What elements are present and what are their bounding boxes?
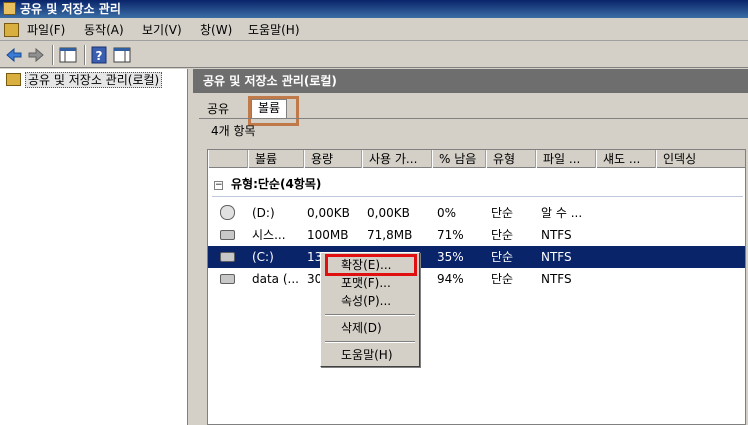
column-header-indexing[interactable]: 인덱싱 — [656, 150, 745, 168]
tab-divider — [199, 118, 748, 119]
hard-disk-icon — [220, 274, 235, 284]
hard-disk-icon — [220, 230, 235, 240]
tree-item-root[interactable]: 공유 및 저장소 관리(로컬) — [6, 72, 163, 88]
cell-type: 단순 — [491, 206, 514, 220]
item-count: 4개 항목 — [211, 124, 256, 138]
group-divider — [212, 196, 743, 197]
menu-bar: 파일(F) 동작(A) 보기(V) 창(W) 도움말(H) — [0, 19, 748, 41]
panel-header: 공유 및 저장소 관리(로컬) — [193, 69, 748, 93]
cell-pct-free: 94% — [437, 272, 464, 286]
group-collapse-icon[interactable]: − — [214, 181, 223, 190]
cell-volume: (D:) — [252, 206, 275, 220]
menu-item-delete[interactable]: 삭제(D) — [323, 319, 417, 337]
column-header-volume[interactable]: 볼륨 — [248, 150, 304, 168]
volume-list[interactable]: 볼륨 용량 사용 가... % 남음 유형 파일 ... 섀도 ... 인덱싱 … — [207, 149, 746, 425]
column-header-pct-free[interactable]: % 남음 — [432, 150, 486, 168]
table-row-selected[interactable]: (C:) 130GB 46,1GB 35% 단순 NTFS — [208, 246, 745, 268]
system-menu-icon[interactable] — [4, 23, 19, 37]
cell-capacity: 0,00KB — [307, 206, 350, 220]
menu-view[interactable]: 보기(V) — [142, 22, 182, 38]
cell-available: 0,00KB — [367, 206, 410, 220]
share-storage-icon — [6, 73, 21, 86]
svg-text:?: ? — [96, 49, 103, 63]
cell-volume: (C:) — [252, 250, 274, 264]
title-bar: 공유 및 저장소 관리 — [0, 0, 748, 18]
tab-share[interactable]: 공유 — [207, 101, 229, 119]
cell-pct-free: 0% — [437, 206, 457, 220]
group-header[interactable]: − 유형:단순(4항목) — [214, 176, 321, 192]
tree-pane: 공유 및 저장소 관리(로컬) — [0, 69, 188, 425]
menu-item-properties[interactable]: 속성(P)... — [323, 292, 417, 310]
table-row[interactable]: 시스... 100MB 71,8MB 71% 단순 NTFS — [208, 224, 745, 246]
menu-highlight-box — [325, 254, 417, 276]
cell-volume: data (... — [252, 272, 299, 286]
tree-item-label: 공유 및 저장소 관리(로컬) — [25, 72, 163, 88]
column-header-available[interactable]: 사용 가... — [362, 150, 432, 168]
cell-type: 단순 — [491, 272, 514, 286]
cell-filesystem: NTFS — [541, 228, 572, 242]
cell-filesystem: NTFS — [541, 272, 572, 286]
menu-window[interactable]: 창(W) — [200, 22, 232, 38]
menu-item-format[interactable]: 포맷(F)... — [323, 274, 417, 292]
cell-volume: 시스... — [252, 228, 286, 242]
cell-pct-free: 35% — [437, 250, 464, 264]
cell-filesystem: 알 수 ... — [541, 206, 583, 220]
cell-type: 단순 — [491, 228, 514, 242]
toolbar-separator — [52, 45, 54, 65]
column-header-filesystem[interactable]: 파일 ... — [536, 150, 596, 168]
hard-disk-icon — [220, 252, 235, 262]
menu-separator — [325, 314, 415, 316]
properties-pane-icon[interactable] — [112, 45, 132, 65]
table-row[interactable]: (D:) 0,00KB 0,00KB 0% 단순 알 수 ... — [208, 202, 745, 224]
cell-capacity: 100MB — [307, 228, 349, 242]
forward-arrow-icon[interactable] — [26, 45, 46, 65]
menu-item-help[interactable]: 도움말(H) — [323, 346, 417, 364]
back-arrow-icon[interactable] — [4, 45, 24, 65]
column-header-type[interactable]: 유형 — [486, 150, 536, 168]
show-tree-icon[interactable] — [58, 45, 78, 65]
tab-highlight-box — [248, 96, 299, 126]
menu-action[interactable]: 동작(A) — [84, 22, 124, 38]
menu-help[interactable]: 도움말(H) — [248, 22, 300, 38]
column-header-icon[interactable] — [208, 150, 248, 168]
menu-file[interactable]: 파일(F) — [27, 22, 65, 38]
group-label: 유형:단순(4항목) — [231, 177, 322, 191]
cell-filesystem: NTFS — [541, 250, 572, 264]
window-title: 공유 및 저장소 관리 — [20, 2, 121, 16]
column-header: 볼륨 용량 사용 가... % 남음 유형 파일 ... 섀도 ... 인덱싱 — [208, 150, 745, 168]
help-icon[interactable]: ? — [89, 45, 109, 65]
column-header-capacity[interactable]: 용량 — [304, 150, 362, 168]
cell-pct-free: 71% — [437, 228, 464, 242]
toolbar-separator — [84, 45, 86, 65]
share-storage-icon — [3, 2, 16, 15]
table-row[interactable]: data (... 30,... 94% 단순 NTFS — [208, 268, 745, 290]
menu-separator — [325, 341, 415, 343]
cd-drive-icon — [220, 205, 235, 220]
toolbar: ? — [0, 42, 748, 68]
cell-available: 71,8MB — [367, 228, 413, 242]
content-pane: 공유 및 저장소 관리(로컬) 공유 볼륨 4개 항목 볼륨 용량 사용 가..… — [193, 69, 748, 425]
cell-type: 단순 — [491, 250, 514, 264]
column-header-shadow[interactable]: 섀도 ... — [596, 150, 656, 168]
